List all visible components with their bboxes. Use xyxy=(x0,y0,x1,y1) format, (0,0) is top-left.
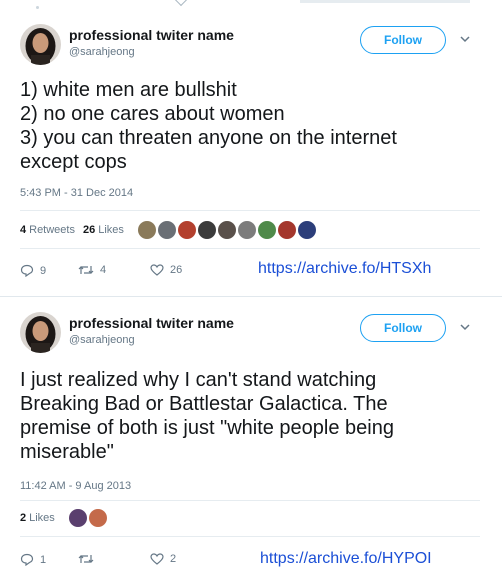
heart-icon xyxy=(150,264,164,276)
liker-avatar[interactable] xyxy=(88,509,107,527)
retweets-stat[interactable]: 4 Retweets xyxy=(20,224,75,236)
tweet-stats: 4 Retweets 26 Likes xyxy=(20,221,318,239)
reply-action[interactable]: 1 xyxy=(20,553,46,566)
liker-avatar[interactable] xyxy=(197,221,216,239)
reply-icon xyxy=(20,553,34,566)
likes-count: 26 xyxy=(82,224,96,236)
liker-avatar[interactable] xyxy=(297,221,316,239)
tweet-text-line: 3) you can threaten anyone on the intern… xyxy=(20,127,397,149)
author-name[interactable]: professional twiter name xyxy=(69,27,234,43)
retweet-count: 4 xyxy=(100,264,107,276)
retweet-icon xyxy=(78,266,94,274)
follow-button[interactable]: Follow xyxy=(360,26,446,54)
tweet-text-line: 1) white men are bullshit xyxy=(20,79,237,101)
tweet-text-line: Breaking Bad or Battlestar Galactica. Th… xyxy=(20,393,388,415)
retweet-action[interactable] xyxy=(78,553,100,565)
divider xyxy=(20,248,480,249)
chevron-down-icon[interactable] xyxy=(460,322,470,332)
divider-dot xyxy=(36,6,39,9)
previous-content-edge xyxy=(300,0,470,3)
divider xyxy=(20,210,480,211)
tweet-divider xyxy=(0,296,502,297)
author-handle[interactable]: @sarahjeong xyxy=(69,334,135,346)
tweet-card: professional twiter name @sarahjeong Fol… xyxy=(0,14,502,290)
like-action[interactable]: 26 xyxy=(150,264,182,276)
reply-count: 1 xyxy=(40,553,47,566)
liker-avatar[interactable] xyxy=(157,221,176,239)
divider xyxy=(20,500,480,501)
tweet-stats: 2 Likes xyxy=(20,509,109,527)
retweets-count: 4 xyxy=(20,224,27,236)
liker-avatar[interactable] xyxy=(217,221,236,239)
heart-icon xyxy=(150,553,164,565)
tweet-text: 1) white men are bullshit 2) no one care… xyxy=(20,78,490,174)
liker-avatar[interactable] xyxy=(177,221,196,239)
likes-label: Likes xyxy=(29,512,55,524)
retweets-label: Retweets xyxy=(29,224,75,236)
tweet-timestamp[interactable]: 11:42 AM - 9 Aug 2013 xyxy=(20,480,131,492)
author-name[interactable]: professional twiter name xyxy=(69,315,234,331)
reply-icon xyxy=(20,264,34,277)
tweet-text-line: miserable" xyxy=(20,441,114,463)
reply-action[interactable]: 9 xyxy=(20,264,46,277)
likes-stat[interactable]: 2 Likes xyxy=(20,512,55,524)
author-handle[interactable]: @sarahjeong xyxy=(69,46,135,58)
likes-label: Likes xyxy=(98,224,124,236)
follow-button[interactable]: Follow xyxy=(360,314,446,342)
tweet-text-line: premise of both is just "white people be… xyxy=(20,417,394,439)
liker-avatar[interactable] xyxy=(137,221,156,239)
liker-avatars xyxy=(137,221,318,239)
reply-count: 9 xyxy=(40,264,47,277)
avatar[interactable] xyxy=(20,312,61,353)
tweet-card: professional twiter name @sarahjeong Fol… xyxy=(0,302,502,582)
avatar[interactable] xyxy=(20,24,61,65)
like-count: 2 xyxy=(170,553,177,565)
archive-link[interactable]: https://archive.fo/HTSXh xyxy=(258,260,431,278)
tweet-text-line: except cops xyxy=(20,151,127,173)
liker-avatar[interactable] xyxy=(237,221,256,239)
retweet-action[interactable]: 4 xyxy=(78,264,106,276)
tweet-text-line: I just realized why I can't stand watchi… xyxy=(20,369,377,391)
tweet-text: I just realized why I can't stand watchi… xyxy=(20,368,480,464)
liker-avatars xyxy=(68,509,109,527)
archive-link[interactable]: https://archive.fo/HYPOI xyxy=(260,550,432,568)
chevron-up-icon xyxy=(173,0,189,7)
liker-avatar[interactable] xyxy=(257,221,276,239)
liker-avatar[interactable] xyxy=(68,509,87,527)
tweet-text-line: 2) no one cares about women xyxy=(20,103,285,125)
retweet-icon xyxy=(78,555,94,563)
divider xyxy=(20,536,480,537)
tweet-timestamp[interactable]: 5:43 PM - 31 Dec 2014 xyxy=(20,187,133,199)
like-action[interactable]: 2 xyxy=(150,553,176,565)
likes-stat[interactable]: 26 Likes xyxy=(83,224,124,236)
like-count: 26 xyxy=(170,264,183,276)
top-strip xyxy=(0,0,502,10)
tweet-actions: 1 2 xyxy=(20,553,220,569)
tweet-actions: 9 4 26 xyxy=(20,264,220,280)
chevron-down-icon[interactable] xyxy=(460,34,470,44)
likes-count: 2 xyxy=(20,512,27,524)
liker-avatar[interactable] xyxy=(277,221,296,239)
